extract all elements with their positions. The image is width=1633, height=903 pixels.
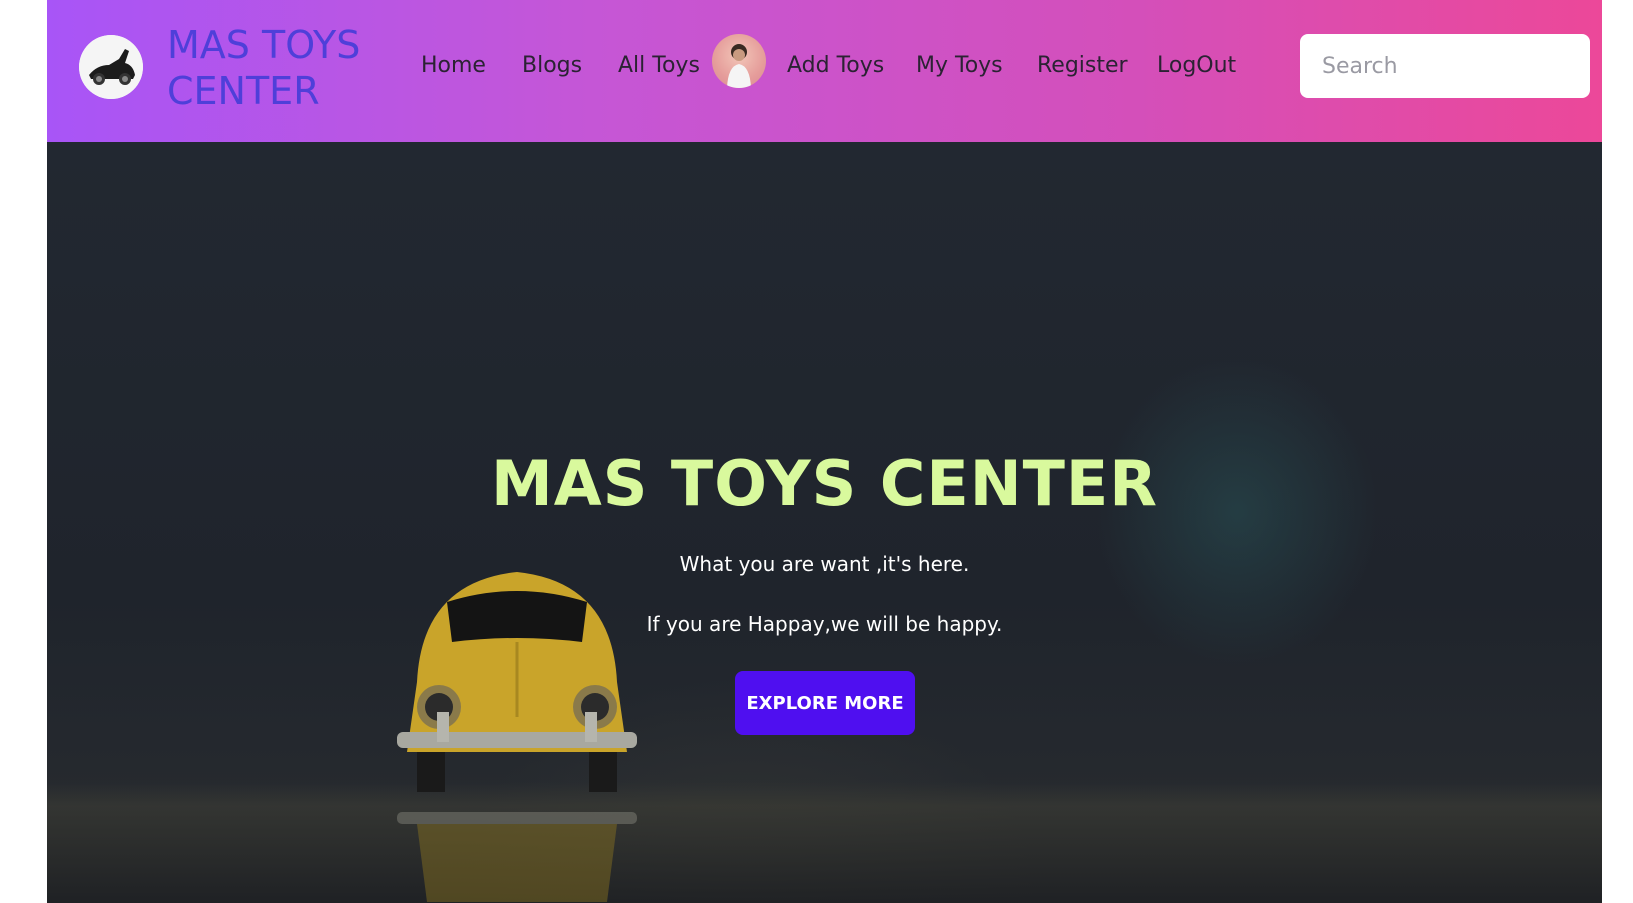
nav-blogs[interactable]: Blogs bbox=[522, 52, 582, 80]
nav-logout[interactable]: LogOut bbox=[1157, 52, 1236, 80]
page-margin bbox=[1602, 0, 1633, 903]
nav-register[interactable]: Register bbox=[1037, 52, 1128, 80]
nav-all-toys[interactable]: All Toys bbox=[618, 52, 700, 80]
hero-tagline: If you are Happay,we will be happy. bbox=[646, 612, 1003, 636]
navbar: MAS TOYS CENTER Home Blogs All Toys Add … bbox=[47, 0, 1602, 142]
toy-car-logo-icon[interactable] bbox=[79, 35, 143, 99]
search-input[interactable] bbox=[1300, 34, 1590, 98]
nav-my-toys[interactable]: My Toys bbox=[916, 52, 1003, 80]
hero-title: MAS TOYS CENTER bbox=[491, 447, 1158, 520]
explore-more-button[interactable]: EXPLORE MORE bbox=[735, 671, 915, 735]
nav-add-toys[interactable]: Add Toys bbox=[787, 52, 884, 80]
user-avatar-icon[interactable] bbox=[712, 34, 766, 88]
brand-name[interactable]: MAS TOYS CENTER bbox=[167, 22, 387, 114]
hero-subtitle: What you are want ,it's here. bbox=[679, 552, 970, 576]
hero-ground bbox=[47, 782, 1602, 903]
page: MAS TOYS CENTER Home Blogs All Toys Add … bbox=[47, 0, 1602, 903]
yellow-car-image bbox=[397, 572, 637, 792]
hero-banner: MAS TOYS CENTER What you are want ,it's … bbox=[47, 142, 1602, 903]
car-reflection-image bbox=[397, 812, 637, 902]
nav-home[interactable]: Home bbox=[421, 52, 486, 80]
